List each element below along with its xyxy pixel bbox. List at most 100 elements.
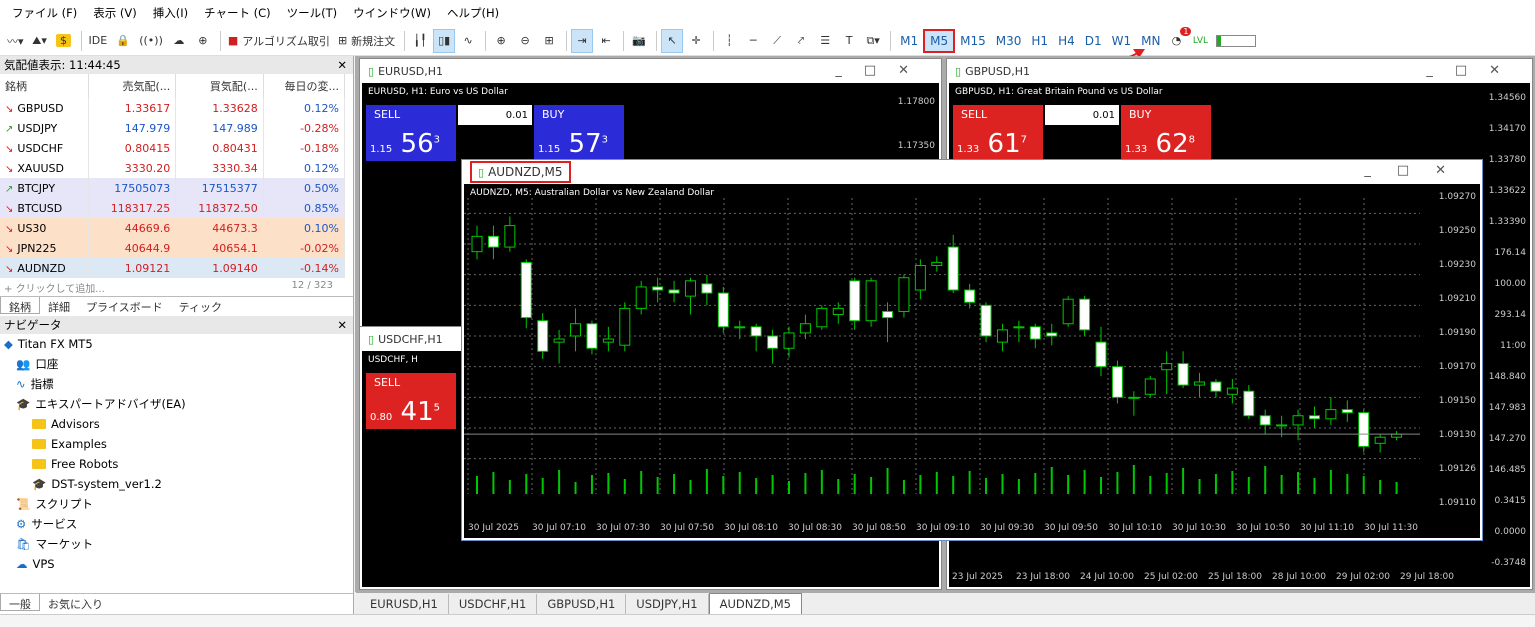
window-controls[interactable]: _□✕ <box>1426 63 1522 78</box>
column-header[interactable]: 買気配(... <box>175 74 264 98</box>
navigator-item[interactable]: ⚙ サービス <box>4 514 353 534</box>
chart-tab[interactable]: EURUSD,H1 <box>360 593 449 614</box>
table-row[interactable]: ↘ BTCUSD 118317.25 118372.50 0.85% <box>0 198 346 218</box>
signal-strength-icon[interactable]: LVL <box>1189 29 1211 53</box>
navigator-item[interactable]: 🎓 DST-system_ver1.2 <box>4 474 353 494</box>
sell-button[interactable]: SELL 1.33 617 <box>953 105 1043 161</box>
menu-item[interactable]: 挿入(I) <box>145 5 196 21</box>
tab-1[interactable]: 詳細 <box>40 297 78 314</box>
tab-0[interactable]: 銘柄 <box>0 297 40 314</box>
navigator-item[interactable]: ☁ VPS <box>4 554 353 574</box>
menu-item[interactable]: 表示 (V) <box>85 5 145 21</box>
vertical-line-icon[interactable]: ┆ <box>718 29 740 53</box>
horizontal-line-icon[interactable]: ─ <box>742 29 764 53</box>
window-controls[interactable]: _□✕ <box>835 63 931 78</box>
sell-button[interactable]: SELL 1.15 563 <box>366 105 456 161</box>
lot-input[interactable]: 0.01 <box>1045 105 1119 125</box>
chart-tab[interactable]: AUDNZD,M5 <box>708 592 802 615</box>
timeframe-m15[interactable]: M15 <box>955 29 991 53</box>
trendline-icon[interactable]: ⟋ <box>766 29 788 53</box>
navigator-item[interactable]: ◆ Titan FX MT5 <box>4 334 353 354</box>
sell-button[interactable]: SELL 0.80 415 <box>366 373 456 429</box>
add-symbol-hint[interactable]: + クリックして追加... <box>4 280 105 296</box>
menu-item[interactable]: チャート (C) <box>196 5 279 21</box>
timeframe-h4[interactable]: H4 <box>1053 29 1080 53</box>
navigator-item[interactable]: Examples <box>4 434 353 454</box>
navigator-item[interactable]: 👥 口座 <box>4 354 353 374</box>
cloud-icon[interactable]: ☁ <box>168 29 190 53</box>
timeframe-w1[interactable]: W1 <box>1107 29 1137 53</box>
navigator-tab[interactable]: お気に入り <box>40 594 111 611</box>
timeframe-m30[interactable]: M30 <box>991 29 1027 53</box>
navigator-item[interactable]: 🎓 エキスパートアドバイザ(EA) <box>4 394 353 414</box>
navigator-tab[interactable]: 一般 <box>0 594 40 611</box>
close-icon[interactable]: ✕ <box>337 318 347 332</box>
navigator-item[interactable]: Free Robots <box>4 454 353 474</box>
table-row[interactable]: ↘ XAUUSD 3330.20 3330.34 0.12% <box>0 158 346 178</box>
buy-button[interactable]: BUY 1.15 573 <box>534 105 624 161</box>
table-row[interactable]: ↘ GBPUSD 1.33617 1.33628 0.12% <box>0 98 346 118</box>
column-header[interactable]: 毎日の変... <box>263 74 346 98</box>
expert-icon: 🎓 <box>16 397 31 411</box>
window-controls[interactable]: _□✕ <box>1364 163 1472 178</box>
globe-icon[interactable]: ⊕ <box>192 29 214 53</box>
table-row[interactable]: ↘ JPN225 40644.9 40654.1 -0.02% <box>0 238 346 258</box>
crosshair-icon[interactable]: ✛ <box>685 29 707 53</box>
menu-item[interactable]: ウインドウ(W) <box>345 5 439 21</box>
buy-button[interactable]: BUY 1.33 628 <box>1121 105 1211 161</box>
audnzd-chart[interactable]: AUDNZD, M5: Australian Dollar vs New Zea… <box>464 184 1480 538</box>
navigator-item[interactable]: Advisors <box>4 414 353 434</box>
screenshot-icon[interactable]: 📷 <box>628 29 650 53</box>
chart-type-icon[interactable]: ⛰▾ <box>29 29 51 53</box>
chart-tab[interactable]: USDCHF,H1 <box>449 593 538 614</box>
table-row[interactable]: ↘ US30 44669.6 44673.3 0.10% <box>0 218 346 238</box>
navigator-item[interactable]: ∿ 指標 <box>4 374 353 394</box>
timeframe-m1[interactable]: M1 <box>895 29 923 53</box>
menu-item[interactable]: ファイル (F) <box>4 5 85 21</box>
lock-icon[interactable]: 🔒 <box>112 29 134 53</box>
tab-2[interactable]: プライスボード <box>78 297 171 314</box>
zoom-out-icon[interactable]: ⊖ <box>514 29 536 53</box>
menu-item[interactable]: ヘルプ(H) <box>439 5 507 21</box>
channel-icon[interactable]: ☰ <box>814 29 836 53</box>
table-row[interactable]: ↘ USDCHF 0.80415 0.80431 -0.18% <box>0 138 346 158</box>
cursor-icon[interactable]: ↖ <box>661 28 684 53</box>
chart-tab[interactable]: GBPUSD,H1 <box>537 593 627 614</box>
timeframe-m5[interactable]: M5 <box>923 28 956 53</box>
dollar-icon[interactable]: $ <box>53 29 75 53</box>
table-row[interactable]: ↗ USDJPY 147.979 147.989 -0.28% <box>0 118 346 138</box>
navigator-label: DST-system_ver1.2 <box>51 477 162 491</box>
timeframe-h1[interactable]: H1 <box>1026 29 1053 53</box>
signal-icon[interactable]: ((•)) <box>136 29 166 53</box>
column-header[interactable]: 銘柄 <box>0 74 89 98</box>
table-row[interactable]: ↘ AUDNZD 1.09121 1.09140 -0.14% <box>0 258 346 278</box>
timeframe-mn[interactable]: MN <box>1136 29 1165 53</box>
text-icon[interactable]: T <box>838 29 860 53</box>
timeframe-d1[interactable]: D1 <box>1080 29 1107 53</box>
line-chart-icon[interactable]: 〰▾ <box>4 29 27 53</box>
algo-trading-button[interactable]: ■ アルゴリズム取引 <box>225 29 333 53</box>
shapes-icon[interactable]: ⧉▾ <box>862 29 884 53</box>
chart-shift-icon[interactable]: ⇤ <box>595 29 617 53</box>
notification-icon[interactable]: ◔ 1 <box>1165 26 1192 53</box>
bar-chart-icon[interactable]: ╽╿ <box>409 29 431 53</box>
new-order-button[interactable]: ⊞ 新規注文 <box>335 29 398 53</box>
zoom-in-icon[interactable]: ⊕ <box>490 29 512 53</box>
table-row[interactable]: ↗ BTCJPY 17505073 17515377 0.50% <box>0 178 346 198</box>
menu-item[interactable]: ツール(T) <box>279 5 346 21</box>
grid-icon[interactable]: ⊞ <box>538 29 560 53</box>
close-icon[interactable]: ✕ <box>337 58 347 72</box>
autoscroll-icon[interactable]: ⇥ <box>571 28 594 53</box>
column-header[interactable]: 売気配(... <box>88 74 177 98</box>
tools-icon[interactable]: ⤤ <box>790 29 812 53</box>
navigator-item[interactable]: 🛍 マーケット <box>4 534 353 554</box>
ide-button[interactable]: IDE <box>86 29 111 53</box>
candle-icon: ▯ <box>955 64 962 78</box>
navigator-item[interactable]: 📜 スクリプト <box>4 494 353 514</box>
candlestick-icon[interactable]: ▯▮ <box>433 28 456 53</box>
window-audnzd[interactable]: ▯ AUDNZD,M5 _□✕ AUDNZD, M5: Australian Dol… <box>461 159 1483 541</box>
lot-input[interactable]: 0.01 <box>458 105 532 125</box>
line-icon[interactable]: ∿ <box>457 29 479 53</box>
chart-tab[interactable]: USDJPY,H1 <box>626 593 709 614</box>
tab-3[interactable]: ティック <box>171 297 230 314</box>
